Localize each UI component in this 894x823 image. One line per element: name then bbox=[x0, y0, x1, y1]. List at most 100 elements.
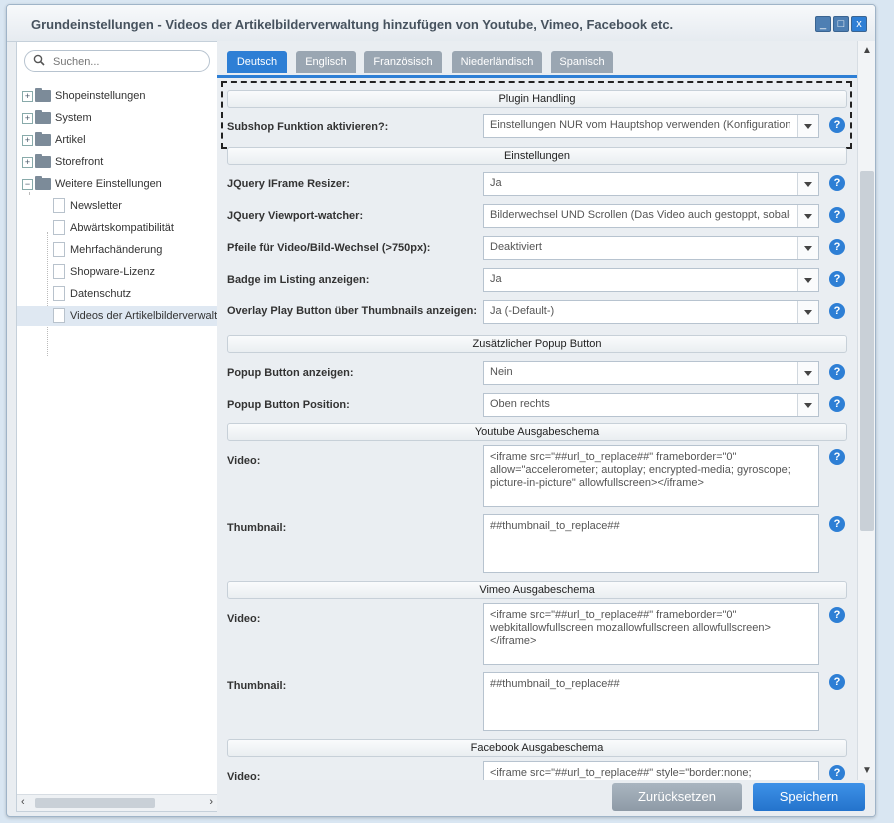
chevron-down-icon[interactable] bbox=[797, 237, 818, 259]
label-youtube-thumbnail: Thumbnail: bbox=[227, 522, 287, 534]
language-tabs: Deutsch Englisch Französisch Niederländi… bbox=[217, 41, 857, 78]
textarea-value: <iframe src="##url_to_replace##" style="… bbox=[490, 767, 752, 779]
chevron-down-icon[interactable] bbox=[797, 362, 818, 384]
popup-show-combo[interactable]: Nein bbox=[483, 361, 819, 385]
combo-value: Einstellungen NUR vom Hauptshop verwende… bbox=[490, 119, 790, 131]
tree-item-shopeinstellungen[interactable]: + Shopeinstellungen bbox=[17, 86, 217, 106]
tree-item-videos[interactable]: Videos der Artikelbilderverwaltung hinzu… bbox=[17, 306, 217, 326]
facebook-video-textarea[interactable]: <iframe src="##url_to_replace##" style="… bbox=[483, 761, 819, 780]
title-bar[interactable]: Grundeinstellungen - Videos der Artikelb… bbox=[7, 5, 875, 42]
textarea-value: ##thumbnail_to_replace## bbox=[490, 520, 620, 532]
tab-deutsch[interactable]: Deutsch bbox=[227, 51, 287, 73]
chevron-down-icon[interactable] bbox=[797, 394, 818, 416]
help-icon[interactable]: ? bbox=[829, 674, 845, 690]
scroll-right-icon[interactable]: › bbox=[209, 796, 213, 808]
tree-item-storefront[interactable]: + Storefront bbox=[17, 152, 217, 172]
iframe-resizer-combo[interactable]: Ja bbox=[483, 172, 819, 196]
scrollbar-thumb[interactable] bbox=[860, 171, 874, 531]
expand-icon[interactable]: + bbox=[22, 157, 33, 168]
tree-item-weitere-einstellungen[interactable]: − Weitere Einstellungen bbox=[17, 174, 217, 194]
search-box[interactable] bbox=[24, 50, 210, 72]
collapse-icon[interactable]: − bbox=[22, 179, 33, 190]
chevron-down-icon[interactable] bbox=[797, 301, 818, 323]
combo-value: Ja bbox=[490, 273, 502, 285]
chevron-down-icon[interactable] bbox=[797, 115, 818, 137]
tree-item-artikel[interactable]: + Artikel bbox=[17, 130, 217, 150]
vimeo-thumbnail-textarea[interactable]: ##thumbnail_to_replace## bbox=[483, 672, 819, 731]
folder-icon bbox=[35, 154, 51, 168]
help-icon[interactable]: ? bbox=[829, 516, 845, 532]
help-icon[interactable]: ? bbox=[829, 607, 845, 623]
chevron-down-icon[interactable] bbox=[797, 173, 818, 195]
document-icon bbox=[53, 242, 65, 257]
viewport-watcher-combo[interactable]: Bilderwechsel UND Scrollen (Das Video au… bbox=[483, 204, 819, 228]
tree-item-label: Shopware-Lizenz bbox=[70, 266, 155, 278]
tree-item-newsletter[interactable]: Newsletter bbox=[17, 196, 217, 216]
scroll-left-icon[interactable]: ‹ bbox=[21, 796, 25, 808]
tree-item-abwaertskompatibilitaet[interactable]: Abwärtskompatibilität bbox=[17, 218, 217, 238]
minimize-button[interactable]: _ bbox=[815, 16, 831, 32]
tree-item-label: Abwärtskompatibilität bbox=[70, 222, 174, 234]
vimeo-video-textarea[interactable]: <iframe src="##url_to_replace##" framebo… bbox=[483, 603, 819, 665]
youtube-video-textarea[interactable]: <iframe src="##url_to_replace##" framebo… bbox=[483, 445, 819, 507]
scrollbar-thumb[interactable] bbox=[35, 798, 155, 808]
close-button[interactable]: x bbox=[851, 16, 867, 32]
help-icon[interactable]: ? bbox=[829, 396, 845, 412]
tree-item-label: Datenschutz bbox=[70, 288, 132, 300]
help-icon[interactable]: ? bbox=[829, 239, 845, 255]
maximize-button[interactable]: □ bbox=[833, 16, 849, 32]
tree-item-mehrfachaenderung[interactable]: Mehrfachänderung bbox=[17, 240, 217, 260]
help-icon[interactable]: ? bbox=[829, 175, 845, 191]
chevron-down-icon[interactable] bbox=[797, 269, 818, 291]
form-vertical-scrollbar[interactable]: ▲ ▼ bbox=[857, 41, 875, 780]
expand-icon[interactable]: + bbox=[22, 113, 33, 124]
section-vimeo: Vimeo Ausgabeschema bbox=[227, 581, 847, 599]
youtube-thumbnail-textarea[interactable]: ##thumbnail_to_replace## bbox=[483, 514, 819, 573]
help-icon[interactable]: ? bbox=[829, 765, 845, 780]
label-facebook-video: Video: bbox=[227, 771, 261, 780]
textarea-value: <iframe src="##url_to_replace##" framebo… bbox=[490, 451, 794, 489]
settings-form: Plugin Handling Subshop Funktion aktivie… bbox=[217, 78, 857, 780]
folder-icon bbox=[35, 110, 51, 124]
save-button[interactable]: Speichern bbox=[753, 783, 865, 811]
tab-spanisch[interactable]: Spanisch bbox=[551, 51, 613, 73]
subshop-combo[interactable]: Einstellungen NUR vom Hauptshop verwende… bbox=[483, 114, 819, 138]
sidebar-horizontal-scrollbar[interactable]: ‹ › bbox=[17, 794, 217, 811]
combo-value: Ja (-Default-) bbox=[490, 305, 555, 317]
expand-icon[interactable]: + bbox=[22, 135, 33, 146]
arrows-combo[interactable]: Deaktiviert bbox=[483, 236, 819, 260]
tree-item-system[interactable]: + System bbox=[17, 108, 217, 128]
help-icon[interactable]: ? bbox=[829, 271, 845, 287]
tab-englisch[interactable]: Englisch bbox=[296, 51, 356, 73]
help-icon[interactable]: ? bbox=[829, 364, 845, 380]
tree-item-datenschutz[interactable]: Datenschutz bbox=[17, 284, 217, 304]
label-popup-show: Popup Button anzeigen: bbox=[227, 367, 354, 379]
main-panel: Deutsch Englisch Französisch Niederländi… bbox=[217, 41, 875, 816]
tree-item-shopware-lizenz[interactable]: Shopware-Lizenz bbox=[17, 262, 217, 282]
label-badge: Badge im Listing anzeigen: bbox=[227, 274, 370, 286]
search-input[interactable] bbox=[51, 53, 205, 70]
document-icon bbox=[53, 286, 65, 301]
window-title: Grundeinstellungen - Videos der Artikelb… bbox=[31, 17, 674, 32]
help-icon[interactable]: ? bbox=[829, 117, 845, 133]
badge-combo[interactable]: Ja bbox=[483, 268, 819, 292]
folder-icon bbox=[35, 88, 51, 102]
tree-item-label: Artikel bbox=[55, 134, 86, 146]
overlay-combo[interactable]: Ja (-Default-) bbox=[483, 300, 819, 324]
popup-position-combo[interactable]: Oben rechts bbox=[483, 393, 819, 417]
expand-icon[interactable]: + bbox=[22, 91, 33, 102]
label-overlay: Overlay Play Button über Thumbnails anze… bbox=[227, 305, 477, 317]
chevron-down-icon[interactable] bbox=[797, 205, 818, 227]
help-icon[interactable]: ? bbox=[829, 207, 845, 223]
label-viewport-watcher: JQuery Viewport-watcher: bbox=[227, 210, 364, 222]
help-icon[interactable]: ? bbox=[829, 303, 845, 319]
scroll-down-icon[interactable]: ▼ bbox=[862, 765, 872, 776]
reset-button[interactable]: Zurücksetzen bbox=[612, 783, 742, 811]
help-icon[interactable]: ? bbox=[829, 449, 845, 465]
section-plugin-handling: Plugin Handling bbox=[227, 90, 847, 108]
tab-niederlaendisch[interactable]: Niederländisch bbox=[452, 51, 542, 73]
scroll-up-icon[interactable]: ▲ bbox=[862, 45, 872, 56]
label-subshop: Subshop Funktion aktivieren?: bbox=[227, 121, 389, 133]
tree-item-label: Storefront bbox=[55, 156, 104, 168]
tab-franzoesisch[interactable]: Französisch bbox=[364, 51, 442, 73]
